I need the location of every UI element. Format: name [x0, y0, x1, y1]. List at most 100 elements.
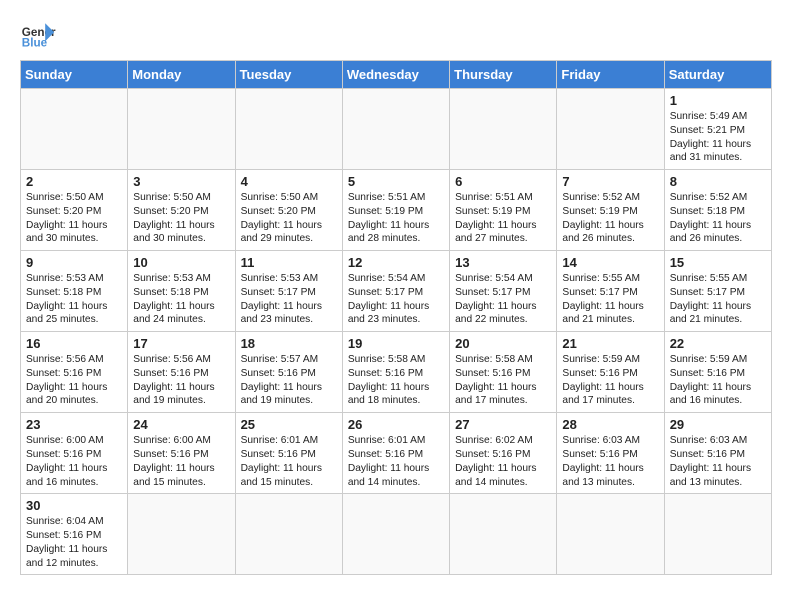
logo: General Blue — [20, 16, 56, 52]
week-row-6: 30 Sunrise: 6:04 AM Sunset: 5:16 PM Dayli… — [21, 494, 772, 575]
day-cell: 22Sunrise: 5:59 AM Sunset: 5:16 PM Dayli… — [664, 332, 771, 413]
day-cell: 17 Sunrise: 5:56 AM Sunset: 5:16 PM Dayli… — [128, 332, 235, 413]
day-number: 3 — [133, 174, 229, 189]
day-number: 5 — [348, 174, 444, 189]
weekday-thursday: Thursday — [450, 61, 557, 89]
day-info: Sunrise: 6:01 AM Sunset: 5:16 PM Dayligh… — [348, 434, 444, 489]
day-info: Sunrise: 5:53 AM Sunset: 5:18 PM Dayligh… — [26, 272, 122, 327]
day-cell: 19 Sunrise: 5:58 AM Sunset: 5:16 PM Dayli… — [342, 332, 449, 413]
day-info: Sunrise: 6:02 AM Sunset: 5:16 PM Dayligh… — [455, 434, 551, 489]
day-cell: 18 Sunrise: 5:57 AM Sunset: 5:16 PM Dayli… — [235, 332, 342, 413]
calendar: SundayMondayTuesdayWednesdayThursdayFrid… — [20, 60, 772, 575]
day-number: 21 — [562, 336, 658, 351]
day-cell — [342, 89, 449, 170]
weekday-tuesday: Tuesday — [235, 61, 342, 89]
day-info: Sunrise: 6:01 AM Sunset: 5:16 PM Dayligh… — [241, 434, 337, 489]
week-row-2: 2Sunrise: 5:50 AM Sunset: 5:20 PM Daylig… — [21, 170, 772, 251]
day-number: 10 — [133, 255, 229, 270]
day-number: 9 — [26, 255, 122, 270]
day-cell — [128, 494, 235, 575]
day-number: 4 — [241, 174, 337, 189]
day-cell — [128, 89, 235, 170]
header: General Blue — [20, 16, 772, 52]
day-number: 24 — [133, 417, 229, 432]
day-number: 20 — [455, 336, 551, 351]
day-cell: 16 Sunrise: 5:56 AM Sunset: 5:16 PM Dayli… — [21, 332, 128, 413]
day-cell: 3 Sunrise: 5:50 AM Sunset: 5:20 PM Daylig… — [128, 170, 235, 251]
day-number: 27 — [455, 417, 551, 432]
day-cell — [342, 494, 449, 575]
day-info: Sunrise: 5:51 AM Sunset: 5:19 PM Dayligh… — [455, 191, 551, 246]
day-info: Sunrise: 5:49 AM Sunset: 5:21 PM Dayligh… — [670, 110, 766, 165]
day-cell: 25 Sunrise: 6:01 AM Sunset: 5:16 PM Dayli… — [235, 413, 342, 494]
day-cell: 30 Sunrise: 6:04 AM Sunset: 5:16 PM Dayli… — [21, 494, 128, 575]
day-cell: 14Sunrise: 5:55 AM Sunset: 5:17 PM Dayli… — [557, 251, 664, 332]
day-info: Sunrise: 6:03 AM Sunset: 5:16 PM Dayligh… — [670, 434, 766, 489]
day-info: Sunrise: 5:50 AM Sunset: 5:20 PM Dayligh… — [241, 191, 337, 246]
day-info: Sunrise: 5:53 AM Sunset: 5:17 PM Dayligh… — [241, 272, 337, 327]
day-cell: 24Sunrise: 6:00 AM Sunset: 5:16 PM Dayli… — [128, 413, 235, 494]
day-number: 6 — [455, 174, 551, 189]
day-number: 25 — [241, 417, 337, 432]
weekday-friday: Friday — [557, 61, 664, 89]
day-cell: 23 Sunrise: 6:00 AM Sunset: 5:16 PM Dayli… — [21, 413, 128, 494]
weekday-header-row: SundayMondayTuesdayWednesdayThursdayFrid… — [21, 61, 772, 89]
day-info: Sunrise: 5:56 AM Sunset: 5:16 PM Dayligh… — [26, 353, 122, 408]
day-cell: 1 Sunrise: 5:49 AM Sunset: 5:21 PM Daylig… — [664, 89, 771, 170]
day-info: Sunrise: 5:55 AM Sunset: 5:17 PM Dayligh… — [562, 272, 658, 327]
day-info: Sunrise: 6:04 AM Sunset: 5:16 PM Dayligh… — [26, 515, 122, 570]
day-number: 30 — [26, 498, 122, 513]
day-cell: 7Sunrise: 5:52 AM Sunset: 5:19 PM Daylig… — [557, 170, 664, 251]
day-cell — [450, 89, 557, 170]
day-cell: 13Sunrise: 5:54 AM Sunset: 5:17 PM Dayli… — [450, 251, 557, 332]
day-number: 18 — [241, 336, 337, 351]
day-number: 19 — [348, 336, 444, 351]
day-cell — [21, 89, 128, 170]
day-cell: 11 Sunrise: 5:53 AM Sunset: 5:17 PM Dayli… — [235, 251, 342, 332]
day-cell: 9 Sunrise: 5:53 AM Sunset: 5:18 PM Daylig… — [21, 251, 128, 332]
day-cell — [235, 494, 342, 575]
day-info: Sunrise: 5:59 AM Sunset: 5:16 PM Dayligh… — [562, 353, 658, 408]
day-number: 8 — [670, 174, 766, 189]
day-cell: 10 Sunrise: 5:53 AM Sunset: 5:18 PM Dayli… — [128, 251, 235, 332]
day-info: Sunrise: 5:55 AM Sunset: 5:17 PM Dayligh… — [670, 272, 766, 327]
day-cell: 15Sunrise: 5:55 AM Sunset: 5:17 PM Dayli… — [664, 251, 771, 332]
day-cell: 27 Sunrise: 6:02 AM Sunset: 5:16 PM Dayli… — [450, 413, 557, 494]
day-cell: 28Sunrise: 6:03 AM Sunset: 5:16 PM Dayli… — [557, 413, 664, 494]
day-info: Sunrise: 6:00 AM Sunset: 5:16 PM Dayligh… — [26, 434, 122, 489]
day-number: 11 — [241, 255, 337, 270]
day-cell — [664, 494, 771, 575]
weekday-sunday: Sunday — [21, 61, 128, 89]
day-cell: 29Sunrise: 6:03 AM Sunset: 5:16 PM Dayli… — [664, 413, 771, 494]
day-info: Sunrise: 5:52 AM Sunset: 5:18 PM Dayligh… — [670, 191, 766, 246]
day-info: Sunrise: 5:58 AM Sunset: 5:16 PM Dayligh… — [348, 353, 444, 408]
weekday-saturday: Saturday — [664, 61, 771, 89]
day-info: Sunrise: 5:50 AM Sunset: 5:20 PM Dayligh… — [26, 191, 122, 246]
day-info: Sunrise: 5:50 AM Sunset: 5:20 PM Dayligh… — [133, 191, 229, 246]
day-cell: 2Sunrise: 5:50 AM Sunset: 5:20 PM Daylig… — [21, 170, 128, 251]
week-row-1: 1 Sunrise: 5:49 AM Sunset: 5:21 PM Daylig… — [21, 89, 772, 170]
weekday-monday: Monday — [128, 61, 235, 89]
calendar-header: SundayMondayTuesdayWednesdayThursdayFrid… — [21, 61, 772, 89]
day-number: 26 — [348, 417, 444, 432]
day-number: 12 — [348, 255, 444, 270]
day-cell — [557, 494, 664, 575]
day-info: Sunrise: 5:56 AM Sunset: 5:16 PM Dayligh… — [133, 353, 229, 408]
day-info: Sunrise: 5:57 AM Sunset: 5:16 PM Dayligh… — [241, 353, 337, 408]
day-info: Sunrise: 5:54 AM Sunset: 5:17 PM Dayligh… — [348, 272, 444, 327]
day-number: 16 — [26, 336, 122, 351]
day-cell — [235, 89, 342, 170]
day-number: 23 — [26, 417, 122, 432]
week-row-5: 23 Sunrise: 6:00 AM Sunset: 5:16 PM Dayli… — [21, 413, 772, 494]
day-info: Sunrise: 5:54 AM Sunset: 5:17 PM Dayligh… — [455, 272, 551, 327]
day-info: Sunrise: 5:53 AM Sunset: 5:18 PM Dayligh… — [133, 272, 229, 327]
day-number: 17 — [133, 336, 229, 351]
day-cell: 5 Sunrise: 5:51 AM Sunset: 5:19 PM Daylig… — [342, 170, 449, 251]
logo-icon: General Blue — [20, 16, 56, 52]
day-info: Sunrise: 5:51 AM Sunset: 5:19 PM Dayligh… — [348, 191, 444, 246]
day-cell: 12 Sunrise: 5:54 AM Sunset: 5:17 PM Dayli… — [342, 251, 449, 332]
day-number: 1 — [670, 93, 766, 108]
weekday-wednesday: Wednesday — [342, 61, 449, 89]
day-cell — [450, 494, 557, 575]
day-cell: 8 Sunrise: 5:52 AM Sunset: 5:18 PM Daylig… — [664, 170, 771, 251]
